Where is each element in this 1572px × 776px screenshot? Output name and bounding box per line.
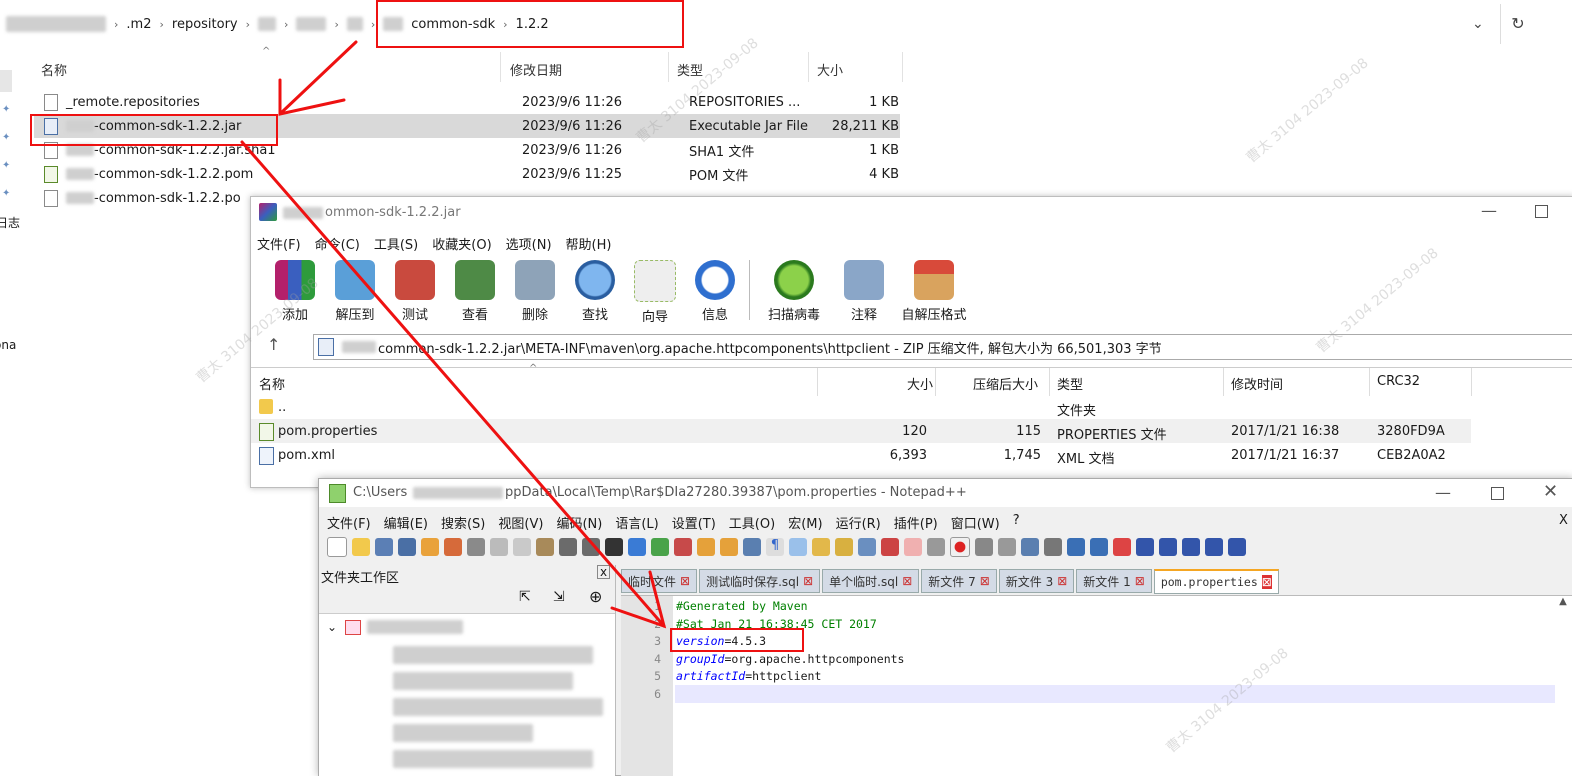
nav-label[interactable]: ona (0, 338, 16, 352)
annotation-arrows (240, 40, 667, 629)
